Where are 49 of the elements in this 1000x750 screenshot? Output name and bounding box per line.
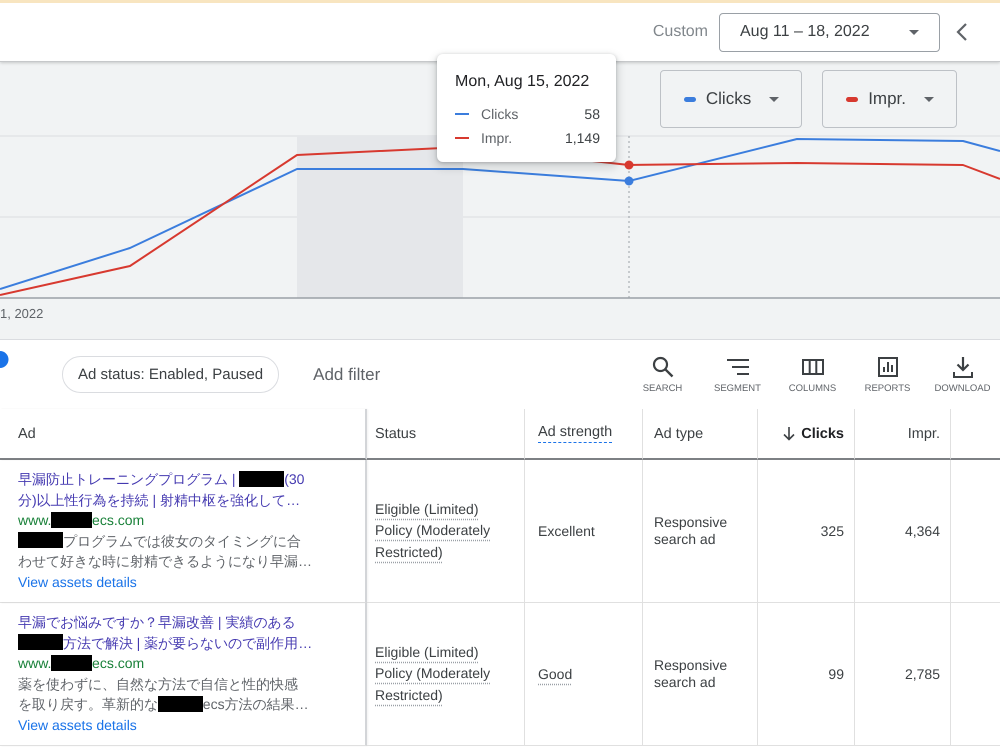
tooltip-date: Mon, Aug 15, 2022: [455, 73, 590, 91]
display-url: www. ecs.com: [18, 510, 144, 530]
caret-icon: [769, 96, 780, 102]
segment-button[interactable]: SEGMENT: [700, 356, 775, 394]
view-assets-link[interactable]: View assets details: [18, 572, 137, 592]
bar-chart-icon: [878, 356, 898, 378]
tooltip-metric-value: 1,149: [564, 130, 600, 146]
caret-icon: [924, 96, 934, 102]
column-header[interactable]: Clicks: [758, 409, 855, 460]
column-header[interactable]: Ad: [0, 409, 367, 460]
display-url: www. ecs.com: [18, 654, 144, 673]
table-cell: Good: [525, 603, 643, 746]
table-cell: 4,364: [855, 460, 951, 603]
ad-headline-link[interactable]: 早漏でお悩みですか？早漏改善 | 実績のある 方法で解決 | 薬が要らないので副作用…: [18, 612, 312, 653]
search-icon: [652, 356, 674, 378]
tooltip-metric-label: Impr.: [481, 130, 514, 146]
metric-dropdown[interactable]: Clicks: [660, 70, 802, 128]
tooltip-metric-value: 58: [584, 106, 600, 122]
table-cell: 99: [758, 603, 855, 746]
filter-chip[interactable]: Ad status: Enabled, Paused: [62, 356, 280, 393]
column-header[interactable]: Ad strength: [525, 409, 643, 460]
table-cell: Eligible (Limited) Policy (Moderately Restricted): [367, 460, 525, 603]
search-button[interactable]: SEARCH: [625, 356, 700, 394]
columns-button[interactable]: COLUMNS: [775, 356, 850, 394]
column-header[interactable]: Status: [367, 409, 525, 460]
chevron-left-icon: [956, 22, 968, 42]
tooltip-metric-label: Clicks: [481, 106, 520, 122]
download-icon: [952, 356, 972, 378]
ad-description: プログラムでは彼女のタイミングに合 わせて好きな時に射精できるようになり早漏…: [18, 531, 312, 571]
add-filter-button[interactable]: Add filter: [313, 364, 380, 384]
table-cell: Responsive search ad: [643, 460, 758, 603]
table-cell: Eligible (Limited) Policy (Moderately Restricted): [367, 603, 525, 746]
table-cell: Responsive search ad: [643, 603, 758, 746]
range-label: Custom: [652, 23, 708, 41]
table-cell: Excellent: [525, 460, 643, 603]
metric-dropdown[interactable]: Impr.: [822, 70, 957, 128]
table-cell: 2,785: [855, 603, 951, 746]
reports-button[interactable]: REPORTS: [850, 356, 925, 394]
arrow-down-icon: [783, 426, 796, 440]
date-range-dropdown[interactable]: Aug 11 – 18, 2022: [719, 12, 940, 52]
caret-icon: [909, 30, 919, 34]
axis-date-label: 1, 2022: [0, 306, 44, 321]
download-button[interactable]: DOWNLOAD: [925, 356, 1000, 394]
column-header[interactable]: Ad type: [643, 409, 758, 460]
ad-headline-link[interactable]: 早漏防止トレーニングプログラム | (30 分)以上性行為を持続 | 射精中枢を強化して…: [18, 469, 304, 510]
view-assets-link[interactable]: View assets details: [18, 714, 137, 735]
ad-description: 薬を使わずに、自然な方法で自信と性的快感 を取り戻す。革新的な ecs方法の結果…: [18, 674, 309, 714]
table-cell: 325: [758, 460, 855, 603]
column-header[interactable]: Impr.: [855, 409, 951, 460]
